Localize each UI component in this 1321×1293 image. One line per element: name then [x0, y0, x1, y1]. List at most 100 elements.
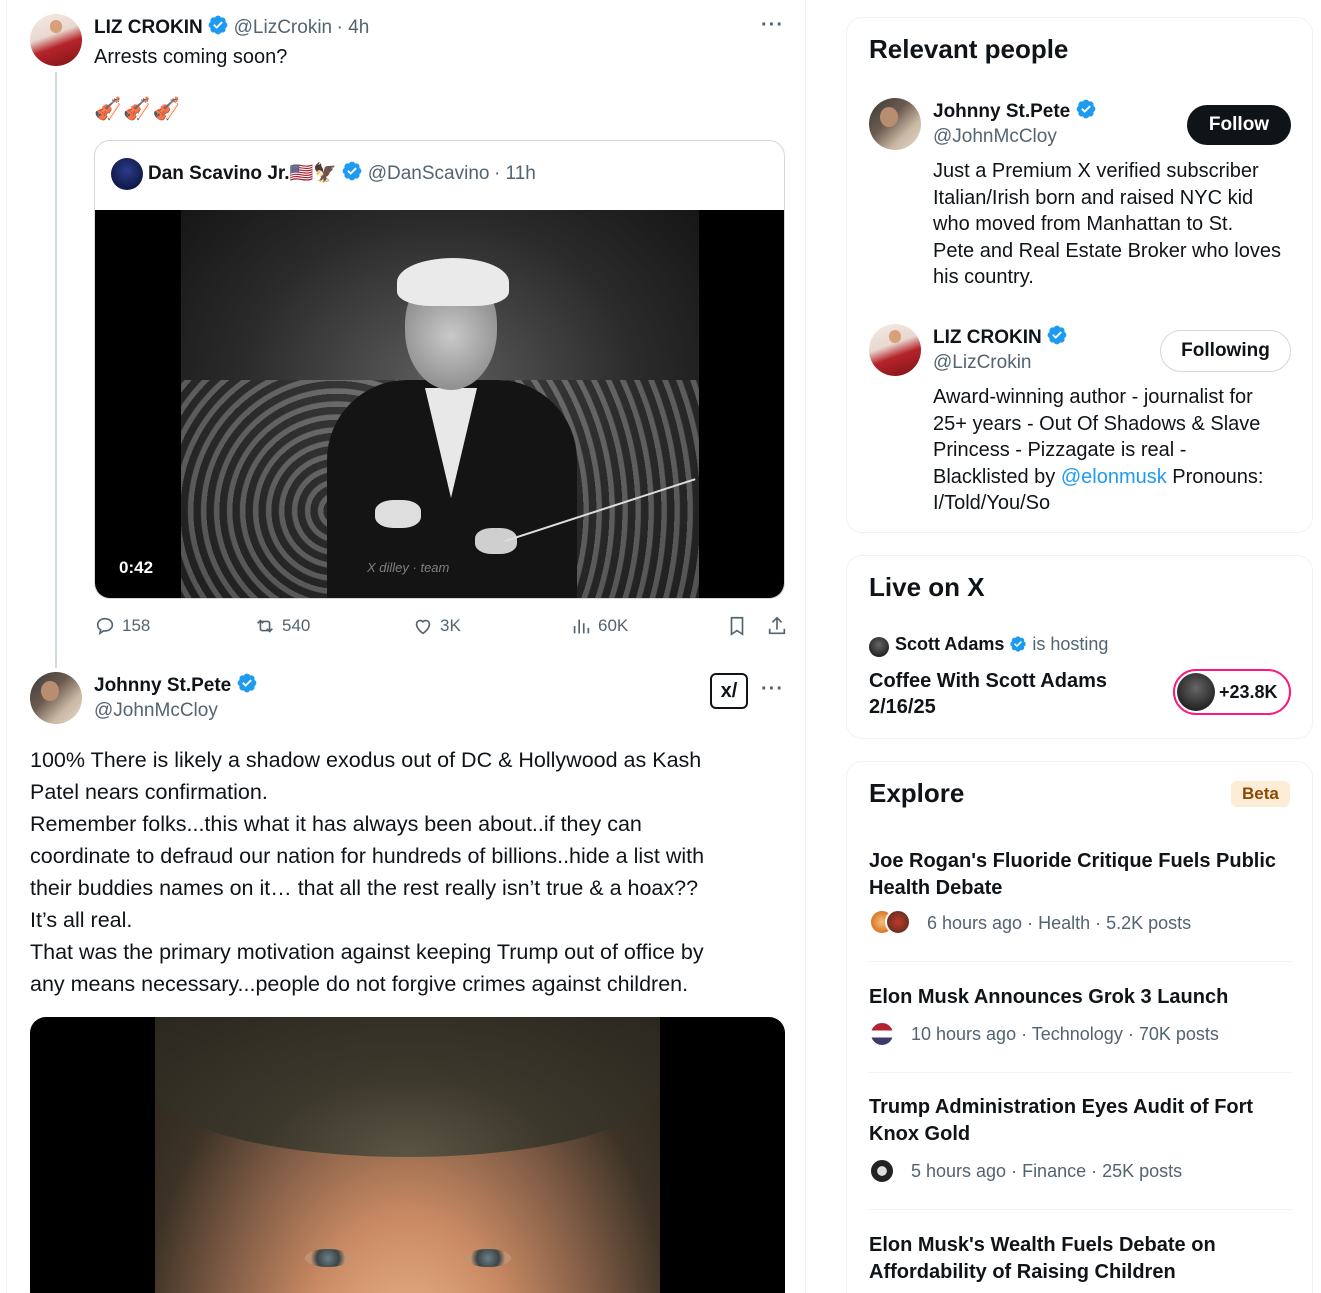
- avatar-dan-scavino: [111, 158, 143, 190]
- divider: [869, 961, 1291, 962]
- trend-title-line: Affordability of Raising Children: [869, 1261, 1176, 1283]
- post2-video[interactable]: [30, 1017, 785, 1293]
- reply-count: 158: [122, 616, 151, 635]
- avatar-liz-crokin[interactable]: [30, 14, 82, 66]
- explore-title: Explore: [869, 778, 965, 808]
- bio-line: who moved from Manhattan to St.: [933, 213, 1234, 235]
- following-button[interactable]: Following: [1160, 330, 1291, 372]
- video-hand: [375, 500, 421, 528]
- live-show-title[interactable]: Coffee With Scott Adams 2/16/25: [869, 668, 1107, 720]
- bio-line: Award-winning author - journalist for: [933, 386, 1253, 408]
- views-count: 60K: [598, 616, 629, 635]
- quote-author-name: Dan Scavino Jr.🇺🇸🦅: [148, 163, 337, 184]
- verified-badge-icon: [1047, 325, 1067, 345]
- retweet-icon: [257, 619, 273, 633]
- trend-avatar: [869, 1158, 895, 1184]
- post1-time[interactable]: · 4h: [337, 17, 370, 38]
- post2-line: Remember folks...this what it has always…: [30, 812, 642, 836]
- person-bio: Just a Premium X verified subscriber Ita…: [933, 158, 1293, 291]
- trend-item-title[interactable]: Elon Musk's Wealth Fuels Debate on Affor…: [869, 1232, 1289, 1286]
- person-handle[interactable]: @LizCrokin: [933, 352, 1031, 374]
- verified-badge-icon: [237, 673, 257, 693]
- bio-line: Italian/Irish born and raised NYC kid: [933, 186, 1254, 209]
- quote-handle: @DanScavino: [367, 163, 490, 184]
- mention-link[interactable]: @elonmusk: [1061, 466, 1167, 488]
- avatar-johnny-st-pete[interactable]: [869, 98, 921, 150]
- quote-header: Dan Scavino Jr.🇺🇸🦅 @DanScavino · 11h: [148, 160, 536, 185]
- live-show-line: 2/16/25: [869, 696, 936, 718]
- person-name-row: LIZ CROKIN: [933, 324, 1068, 349]
- share-icon: [768, 616, 786, 635]
- reply-icon: [96, 617, 114, 636]
- trend-avatars: [869, 909, 911, 935]
- trend-avatar: [869, 1021, 895, 1047]
- bio-line: Princess - Pizzagate is real -: [933, 439, 1187, 461]
- trend-avatars: [869, 1158, 895, 1184]
- quoted-post[interactable]: Dan Scavino Jr.🇺🇸🦅 @DanScavino · 11h X d…: [94, 140, 785, 599]
- more-options-icon[interactable]: ···: [761, 678, 784, 701]
- views-button[interactable]: 60K: [570, 615, 628, 637]
- verified-badge-icon: [1010, 636, 1027, 652]
- avatar-johnny-st-pete[interactable]: [30, 672, 82, 724]
- live-on-x-card[interactable]: Live on X Scott Adams is hosting Coffee …: [846, 555, 1313, 739]
- like-button[interactable]: 3K: [412, 615, 461, 637]
- post1-author-name[interactable]: LIZ CROKIN: [94, 17, 203, 38]
- quote-video[interactable]: X dilley · team 0:42: [95, 210, 784, 598]
- bio-line: 25+ years - Out Of Shadows & Slave: [933, 412, 1261, 435]
- bookmark-button[interactable]: [726, 615, 748, 637]
- live-host-name: Scott Adams: [895, 634, 1005, 654]
- bio-line: I/Told/You/So: [933, 492, 1051, 514]
- reply-button[interactable]: 158: [94, 615, 150, 637]
- trend-title-line: Elon Musk Announces Grok 3 Launch: [869, 986, 1229, 1008]
- person-name[interactable]: LIZ CROKIN: [933, 327, 1042, 348]
- video-hair: [397, 258, 509, 306]
- more-options-icon[interactable]: ···: [761, 14, 784, 37]
- trend-meta: 5 hours ago · Finance · 25K posts: [911, 1161, 1183, 1181]
- live-title: Live on X: [869, 572, 985, 602]
- repost-count: 540: [282, 616, 311, 635]
- post1-handle[interactable]: @LizCrokin: [234, 17, 332, 38]
- grok-icon[interactable]: x/: [710, 673, 748, 709]
- post2-header: Johnny St.Pete: [94, 672, 258, 697]
- avatar-scott-adams: [1177, 673, 1215, 711]
- quote-time: · 11h: [493, 163, 536, 184]
- trend-title-line: Elon Musk's Wealth Fuels Debate on: [869, 1234, 1216, 1256]
- verified-badge-icon: [1076, 99, 1096, 119]
- trend-meta: 6 hours ago · Health · 5.2K posts: [927, 913, 1192, 933]
- post1-emoji: 🎻🎻🎻: [94, 96, 183, 121]
- trend-item-title[interactable]: Trump Administration Eyes Audit of Fort …: [869, 1094, 1289, 1148]
- trend-item-title[interactable]: Elon Musk Announces Grok 3 Launch: [869, 984, 1289, 1011]
- post2-line: It’s all real.: [30, 908, 133, 932]
- video-cap: [155, 1017, 660, 1157]
- person-name[interactable]: Johnny St.Pete: [933, 101, 1070, 122]
- post2-author-name[interactable]: Johnny St.Pete: [94, 675, 231, 696]
- share-button[interactable]: [766, 615, 788, 637]
- bio-line: Blacklisted by @elonmusk Pronouns:: [933, 464, 1293, 491]
- relevant-people-card: Relevant people Johnny St.Pete @JohnMcCl…: [846, 17, 1313, 533]
- live-listeners-count: +23.8K: [1219, 681, 1278, 702]
- repost-button[interactable]: 540: [254, 615, 310, 637]
- relevant-people-title: Relevant people: [869, 34, 1069, 64]
- live-listeners-pill[interactable]: +23.8K: [1173, 669, 1291, 715]
- bio-line: Just a Premium X verified subscriber: [933, 160, 1259, 182]
- person-handle[interactable]: @JohnMcCloy: [933, 126, 1057, 148]
- thread-connector-line: [55, 72, 57, 668]
- post1-header: LIZ CROKIN @LizCrokin · 4h: [94, 14, 369, 39]
- video-eye: [305, 1249, 351, 1267]
- like-icon: [415, 619, 431, 635]
- trend-avatar: [885, 909, 911, 935]
- post2-line: 100% There is likely a shadow exodus out…: [30, 748, 702, 772]
- follow-button[interactable]: Follow: [1187, 105, 1291, 145]
- bio-text: Pronouns:: [1166, 465, 1264, 488]
- timeline-column: LIZ CROKIN @LizCrokin · 4h ··· Arrests c…: [6, 0, 806, 1293]
- post2-line: their buddies names on it… that all the …: [30, 876, 699, 900]
- post2-line: Patel nears confirmation.: [30, 780, 268, 804]
- trend-meta: 10 hours ago · Technology · 70K posts: [911, 1024, 1219, 1044]
- trend-item-title[interactable]: Joe Rogan's Fluoride Critique Fuels Publ…: [869, 848, 1289, 902]
- trend-avatars: [869, 1021, 895, 1047]
- live-show-line: Coffee With Scott Adams: [869, 670, 1107, 692]
- avatar-liz-crokin[interactable]: [869, 324, 921, 376]
- post2-handle[interactable]: @JohnMcCloy: [94, 700, 218, 722]
- video-watermark: X dilley · team: [367, 560, 450, 575]
- video-eye: [465, 1249, 511, 1267]
